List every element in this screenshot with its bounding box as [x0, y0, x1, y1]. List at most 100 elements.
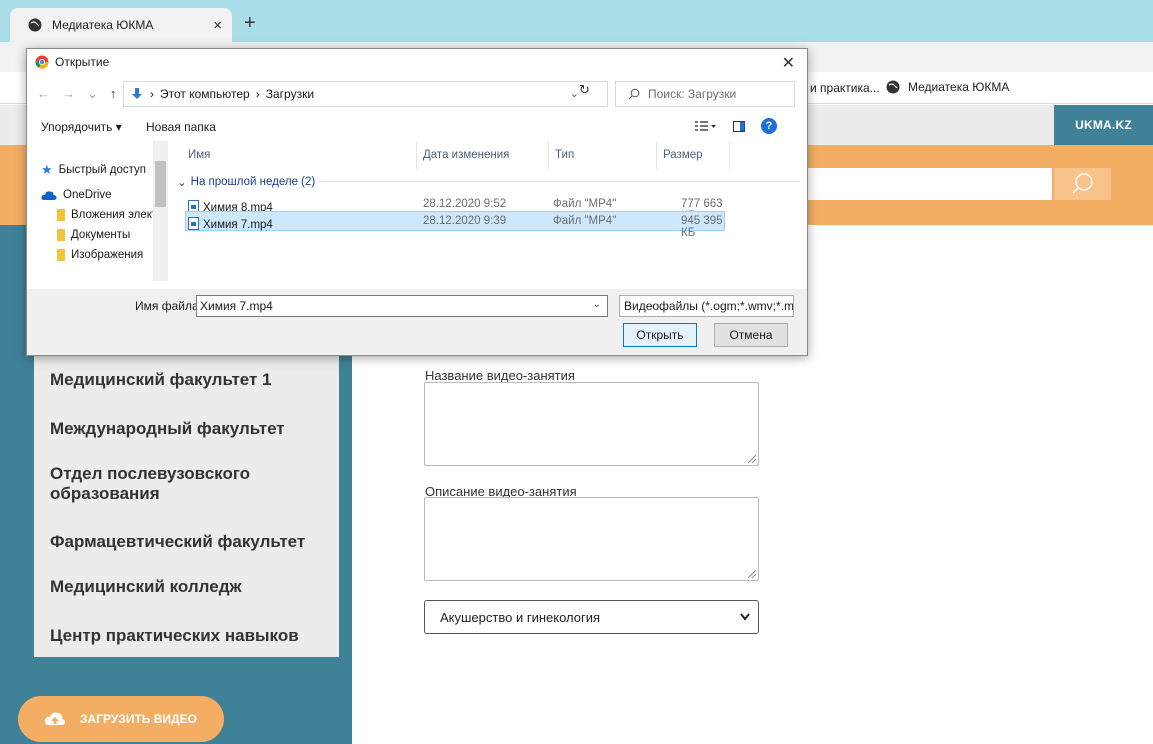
open-file-dialog: Открытие ✕ ← → ⌄ ↑ › Этот компьютер › За…: [26, 48, 808, 356]
path-sep: ›: [255, 87, 260, 101]
video-title-field[interactable]: [424, 382, 759, 466]
nav-folder-images[interactable]: Изображения: [57, 249, 143, 261]
file-type: Файл "MP4": [553, 215, 617, 227]
path-breadcrumb[interactable]: › Этот компьютер › Загрузки ⌄: [123, 81, 608, 107]
search-icon: [1071, 173, 1093, 194]
dialog-search-input[interactable]: Поиск: Загрузки: [615, 81, 795, 107]
refresh-icon[interactable]: ↻: [579, 82, 590, 98]
nav-onedrive[interactable]: OneDrive: [41, 189, 112, 201]
path-downloads[interactable]: Загрузки: [266, 87, 314, 101]
bookmark-label: Медиатека ЮКМА: [908, 80, 1010, 94]
nav-folder-label: Изображения: [71, 249, 144, 261]
ukma-link[interactable]: UKMA.KZ: [1054, 105, 1153, 145]
sidebar-item-pharmacy-faculty[interactable]: Фармацевтический факультет: [50, 532, 305, 552]
up-arrow-icon[interactable]: ↑: [110, 86, 117, 102]
resize-handle-icon[interactable]: [748, 455, 756, 463]
search-icon: [628, 88, 640, 100]
path-history-chevron-icon[interactable]: ⌄: [570, 87, 579, 100]
column-size-header[interactable]: Размер: [663, 149, 703, 161]
filename-value: Химия 7.mp4: [200, 299, 273, 313]
column-date-header[interactable]: Дата изменения: [423, 149, 509, 161]
category-select[interactable]: Акушерство и гинекология: [424, 600, 759, 634]
dialog-toolbar: Упорядочить ▾ Новая папка ?: [27, 115, 807, 139]
nav-pane-scroll-thumb[interactable]: [155, 161, 166, 207]
column-separator[interactable]: [416, 141, 417, 169]
file-group-header[interactable]: ⌄ На прошлой неделе (2): [177, 175, 315, 189]
globe-icon: [28, 18, 42, 32]
dialog-close-button[interactable]: ✕: [782, 53, 795, 73]
bookmark-item[interactable]: и практика...: [810, 81, 880, 95]
file-row-selected[interactable]: Химия 7.mp4 28.12.2020 9:39 Файл "MP4" 9…: [185, 211, 725, 239]
folder-icon: [57, 229, 65, 241]
sidebar-item-international-faculty[interactable]: Международный факультет: [50, 419, 285, 439]
column-separator[interactable]: [729, 141, 730, 169]
file-size: 945 395 КБ: [681, 215, 723, 239]
open-button[interactable]: Открыть: [623, 323, 697, 347]
nav-folder-label: Документы: [71, 229, 131, 241]
file-date: 28.12.2020 9:52: [423, 198, 507, 210]
help-icon[interactable]: ?: [761, 118, 777, 134]
site-search-button[interactable]: [1054, 168, 1111, 200]
sort-menu-button[interactable]: Упорядочить ▾: [41, 120, 122, 134]
browser-tab[interactable]: Медиатека ЮКМА ×: [10, 8, 232, 42]
dialog-search-placeholder: Поиск: Загрузки: [648, 87, 737, 101]
column-name-header[interactable]: Имя: [188, 149, 210, 161]
chrome-icon: [35, 55, 49, 69]
file-type-filter[interactable]: Видеофайлы (*.ogm;*.wmv;*.m ⌄: [619, 295, 794, 317]
file-icon: [188, 217, 199, 230]
sidebar-item-skills-center[interactable]: Центр практических навыков: [50, 626, 299, 646]
file-type: Файл "MP4": [553, 198, 617, 210]
nav-arrows: ← → ⌄ ↑: [37, 86, 116, 102]
browser-tab-bar: Медиатека ЮКМА × +: [0, 0, 1153, 42]
column-separator[interactable]: [548, 141, 549, 169]
sidebar-item-postgraduate[interactable]: Отдел послевузовского образования: [50, 464, 270, 504]
filename-history-chevron-icon[interactable]: ⌄: [593, 299, 601, 310]
folder-icon: [57, 209, 65, 221]
upload-video-button[interactable]: ЗАГРУЗИТЬ ВИДЕО: [18, 696, 224, 742]
bookmark-item[interactable]: Медиатека ЮКМА: [886, 80, 1009, 94]
dialog-navigation-row: ← → ⌄ ↑ › Этот компьютер › Загрузки ⌄ ↻ …: [27, 79, 807, 109]
navigation-pane: ★ Быстрый доступ OneDrive Вложения элект…: [27, 141, 171, 281]
filename-label: Имя файла:: [135, 299, 202, 313]
column-type-header[interactable]: Тип: [555, 149, 574, 161]
chevron-down-icon: ⌄: [177, 177, 187, 189]
globe-icon: [886, 80, 900, 94]
recent-chevron-icon[interactable]: ⌄: [87, 86, 98, 102]
nav-folder-documents[interactable]: Документы: [57, 229, 130, 241]
resize-handle-icon[interactable]: [748, 570, 756, 578]
video-description-field[interactable]: [424, 497, 759, 581]
sidebar-item-medical-college[interactable]: Медицинский колледж: [50, 577, 242, 597]
preview-pane-icon[interactable]: [733, 120, 745, 132]
cloud-upload-icon: [44, 712, 66, 725]
star-icon: ★: [41, 162, 53, 177]
nav-folder-attachments[interactable]: Вложения элект: [57, 209, 157, 221]
dialog-title: Открытие: [55, 55, 110, 69]
view-controls: ?: [695, 118, 777, 134]
nav-folder-label: Вложения элект: [71, 209, 158, 221]
nav-quick-access-label: Быстрый доступ: [58, 164, 146, 176]
new-folder-button[interactable]: Новая папка: [146, 120, 216, 134]
file-name-cell: Химия 7.mp4: [188, 215, 273, 231]
tab-close-button[interactable]: ×: [213, 17, 222, 34]
dialog-title-bar: Открытие: [27, 49, 807, 75]
folder-icon: [57, 249, 65, 261]
video-title-label: Название видео-занятия: [425, 368, 575, 383]
forward-arrow-icon[interactable]: →: [62, 86, 75, 102]
cloud-icon: [41, 191, 57, 200]
path-this-pc[interactable]: Этот компьютер: [160, 87, 250, 101]
new-tab-button[interactable]: +: [244, 12, 256, 35]
file-type-filter-value: Видеофайлы (*.ogm;*.wmv;*.m: [624, 299, 794, 313]
back-arrow-icon[interactable]: ←: [37, 86, 50, 102]
nav-quick-access[interactable]: ★ Быстрый доступ: [41, 162, 146, 178]
column-separator[interactable]: [656, 141, 657, 169]
cancel-button[interactable]: Отмена: [714, 323, 788, 347]
file-group-label: На прошлой неделе (2): [190, 176, 316, 188]
sidebar-item-medical-faculty[interactable]: Медицинский факультет 1: [50, 370, 272, 390]
filename-input[interactable]: Химия 7.mp4 ⌄: [196, 295, 608, 317]
site-search-input[interactable]: [790, 168, 1052, 200]
category-selected-value: Акушерство и гинекология: [440, 609, 601, 625]
group-divider: [317, 181, 800, 182]
download-arrow-icon: [132, 88, 142, 99]
view-options-icon[interactable]: [695, 120, 717, 132]
file-date: 28.12.2020 9:39: [423, 215, 507, 227]
